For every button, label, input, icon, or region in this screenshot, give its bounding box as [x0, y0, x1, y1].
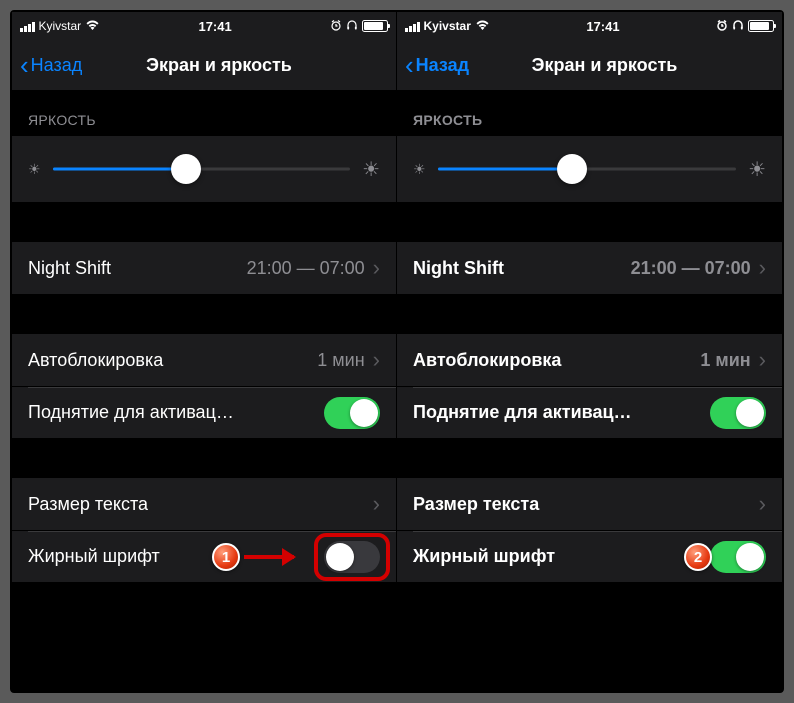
battery-icon — [362, 20, 388, 32]
text-size-row[interactable]: Размер текста › — [12, 478, 396, 530]
chevron-left-icon: ‹ — [20, 52, 29, 78]
night-shift-value: 21:00 — 07:00 — [631, 258, 751, 279]
bold-text-label: Жирный шрифт — [413, 546, 710, 567]
chevron-right-icon: › — [373, 255, 380, 281]
wifi-icon — [85, 19, 100, 33]
text-size-row[interactable]: Размер текста › — [397, 478, 782, 530]
raise-to-wake-label: Поднятие для активац… — [413, 402, 710, 423]
text-size-label: Размер текста — [28, 494, 373, 515]
signal-icon — [405, 21, 420, 32]
chevron-right-icon: › — [759, 255, 766, 281]
battery-icon — [748, 20, 774, 32]
screenshot-after: Kyivstar 17:41 ‹ Назад Экран и — [397, 12, 782, 691]
brightness-slider[interactable] — [53, 154, 351, 184]
bold-text-row: Жирный шрифт 2 — [397, 530, 782, 582]
sun-small-icon: ☀︎ — [28, 161, 41, 178]
brightness-header: ЯРКОСТЬ — [397, 90, 782, 136]
chevron-right-icon: › — [373, 347, 380, 373]
brightness-slider-row: ☀︎ ☀︎ — [12, 136, 396, 202]
back-label: Назад — [416, 55, 469, 76]
alarm-icon — [330, 19, 342, 34]
night-shift-row[interactable]: Night Shift 21:00 — 07:00 › — [12, 242, 396, 294]
autolock-row[interactable]: Автоблокировка 1 мин › — [397, 334, 782, 386]
headphones-icon — [346, 19, 358, 34]
headphones-icon — [732, 19, 744, 34]
night-shift-label: Night Shift — [28, 258, 247, 279]
carrier-label: Kyivstar — [39, 19, 82, 33]
alarm-icon — [716, 19, 728, 34]
raise-to-wake-label: Поднятие для активац… — [28, 402, 324, 423]
chevron-left-icon: ‹ — [405, 52, 414, 78]
raise-to-wake-row: Поднятие для активац… — [397, 386, 782, 438]
brightness-slider[interactable] — [438, 154, 737, 184]
wifi-icon — [475, 19, 490, 33]
nav-bar: ‹ Назад Экран и яркость — [397, 40, 782, 90]
autolock-label: Автоблокировка — [413, 350, 700, 371]
sun-large-icon: ☀︎ — [748, 157, 766, 182]
back-label: Назад — [31, 55, 83, 76]
annotation-arrow — [244, 555, 294, 559]
clock: 17:41 — [198, 19, 231, 34]
autolock-row[interactable]: Автоблокировка 1 мин › — [12, 334, 396, 386]
sun-large-icon: ☀︎ — [362, 157, 380, 182]
clock: 17:41 — [586, 19, 619, 34]
brightness-slider-row: ☀︎ ☀︎ — [397, 136, 782, 202]
annotation-badge-1: 1 — [212, 543, 240, 571]
screenshot-before: Kyivstar 17:41 ‹ Назад Экран и — [12, 12, 397, 691]
bold-text-toggle[interactable] — [710, 541, 766, 573]
night-shift-value: 21:00 — 07:00 — [247, 258, 365, 279]
carrier-label: Kyivstar — [424, 19, 471, 33]
night-shift-label: Night Shift — [413, 258, 631, 279]
sun-small-icon: ☀︎ — [413, 161, 426, 178]
brightness-header: ЯРКОСТЬ — [12, 90, 396, 136]
autolock-value: 1 мин — [317, 350, 364, 371]
night-shift-row[interactable]: Night Shift 21:00 — 07:00 › — [397, 242, 782, 294]
bold-text-row: Жирный шрифт 1 — [12, 530, 396, 582]
chevron-right-icon: › — [759, 347, 766, 373]
raise-to-wake-row: Поднятие для активац… — [12, 386, 396, 438]
back-button[interactable]: ‹ Назад — [20, 52, 82, 78]
bold-text-toggle[interactable] — [324, 541, 380, 573]
status-bar: Kyivstar 17:41 — [12, 12, 396, 40]
autolock-value: 1 мин — [700, 350, 750, 371]
autolock-label: Автоблокировка — [28, 350, 317, 371]
signal-icon — [20, 21, 35, 32]
raise-to-wake-toggle[interactable] — [324, 397, 380, 429]
text-size-label: Размер текста — [413, 494, 759, 515]
back-button[interactable]: ‹ Назад — [405, 52, 469, 78]
chevron-right-icon: › — [373, 491, 380, 517]
annotation-badge-2: 2 — [684, 543, 712, 571]
nav-bar: ‹ Назад Экран и яркость — [12, 40, 396, 90]
chevron-right-icon: › — [759, 491, 766, 517]
raise-to-wake-toggle[interactable] — [710, 397, 766, 429]
status-bar: Kyivstar 17:41 — [397, 12, 782, 40]
